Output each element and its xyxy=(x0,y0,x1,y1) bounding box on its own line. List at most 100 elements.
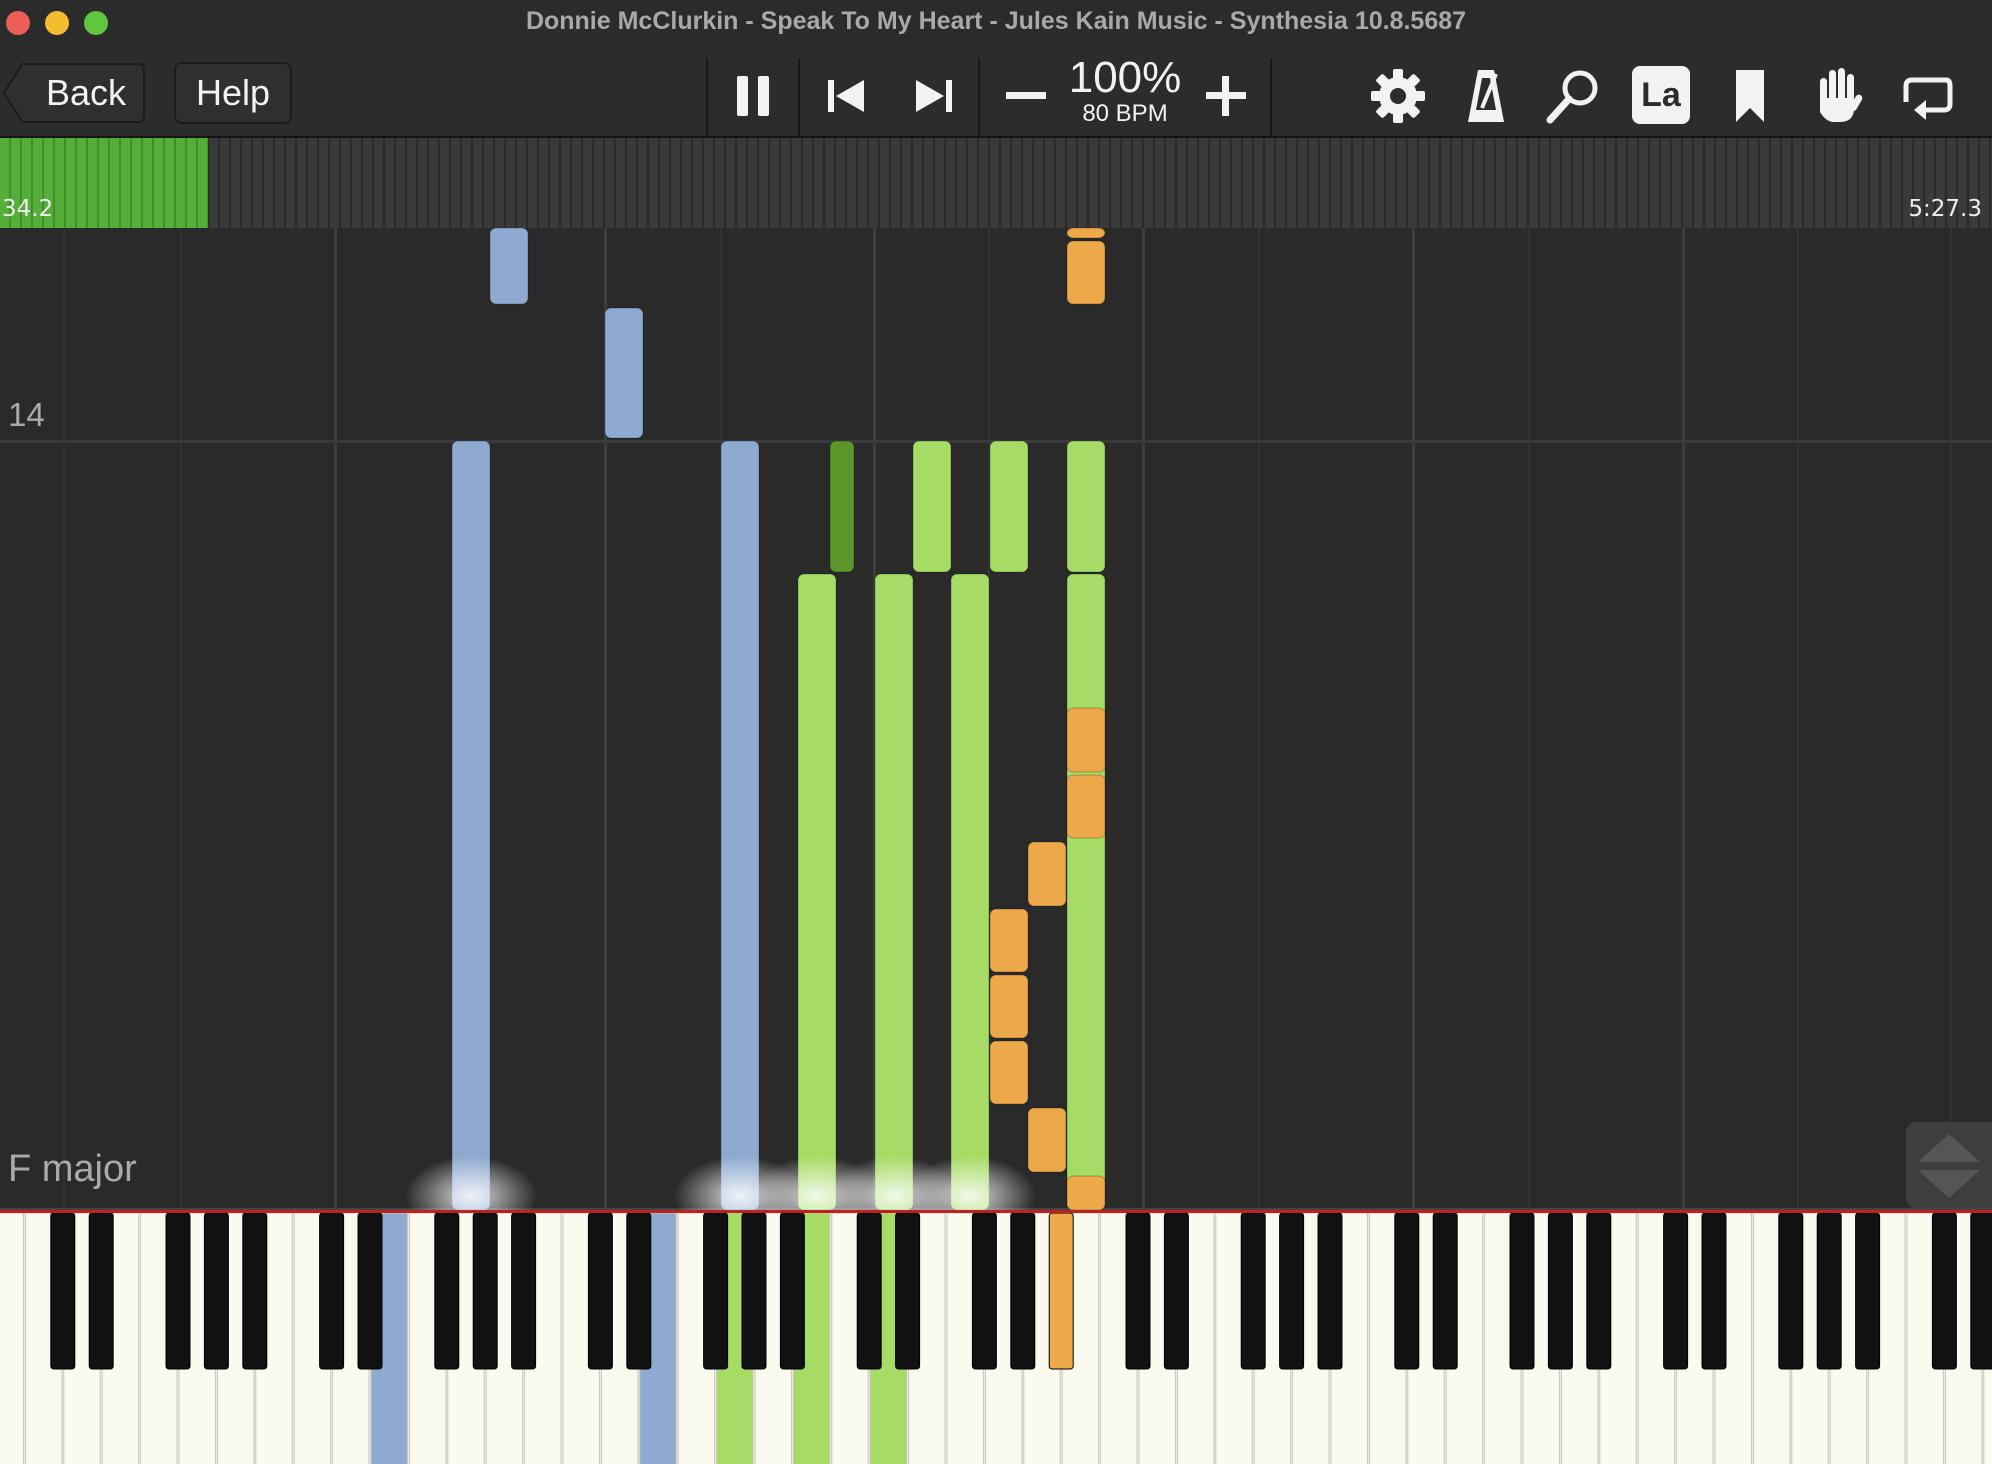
hand-icon[interactable] xyxy=(1806,64,1870,128)
current-time: 34.2 xyxy=(2,196,54,222)
speed-percentage: 100% xyxy=(1068,53,1182,102)
bookmark-icon[interactable] xyxy=(1718,64,1782,128)
falling-note xyxy=(1066,707,1106,773)
black-key xyxy=(1125,1213,1151,1370)
song-progress-bar[interactable] xyxy=(0,138,1992,228)
falling-note xyxy=(451,440,491,1210)
grid-line xyxy=(1682,228,1685,1210)
grid-line xyxy=(180,228,182,1210)
skip-back-icon[interactable] xyxy=(814,64,878,128)
piano-keys xyxy=(0,1213,1992,1464)
grid-line xyxy=(63,228,65,1210)
grid-line xyxy=(1412,228,1415,1210)
window-title: Donnie McClurkin - Speak To My Heart - J… xyxy=(525,7,1467,35)
black-key xyxy=(319,1213,345,1370)
notes-canvas xyxy=(0,228,1992,1210)
black-key xyxy=(88,1213,114,1370)
falling-note xyxy=(1027,1107,1067,1173)
toolbar-divider xyxy=(1270,58,1272,136)
skip-forward-icon[interactable] xyxy=(902,64,966,128)
back-button-label: Back xyxy=(46,72,127,113)
up-down-arrows-icon xyxy=(1918,1134,1980,1198)
black-key xyxy=(741,1213,767,1370)
plus-icon[interactable] xyxy=(1194,64,1258,128)
gear-icon[interactable] xyxy=(1366,64,1430,128)
black-key xyxy=(1394,1213,1420,1370)
magnifier-icon[interactable] xyxy=(1542,64,1606,128)
toolbar-divider xyxy=(706,58,708,136)
falling-note xyxy=(797,573,837,1210)
black-key xyxy=(856,1213,882,1370)
loop-icon[interactable] xyxy=(1894,64,1958,128)
black-key xyxy=(472,1213,498,1370)
tempo-bpm: 80 BPM xyxy=(1082,100,1168,127)
falling-note xyxy=(1027,841,1067,907)
black-key xyxy=(1855,1213,1881,1370)
grid-line xyxy=(1528,228,1530,1210)
falling-note xyxy=(874,573,914,1210)
grid-line xyxy=(1797,228,1799,1210)
black-key xyxy=(1279,1213,1305,1370)
black-key xyxy=(971,1213,997,1370)
falling-note xyxy=(912,440,952,573)
falling-note xyxy=(489,228,529,305)
black-key xyxy=(1586,1213,1612,1370)
metronome-icon[interactable] xyxy=(1454,64,1518,128)
black-key xyxy=(1048,1213,1074,1370)
black-key xyxy=(165,1213,191,1370)
black-key xyxy=(626,1213,652,1370)
note-labels-text: La xyxy=(1641,76,1681,114)
falling-note xyxy=(989,908,1029,973)
grid-line xyxy=(1142,228,1145,1210)
falling-note xyxy=(1066,440,1106,573)
falling-note xyxy=(989,1040,1029,1105)
falling-note xyxy=(950,573,990,1210)
falling-note xyxy=(1066,1175,1106,1210)
piano-keyboard xyxy=(0,1210,1992,1464)
grid-line xyxy=(1950,228,1952,1210)
key-signature: F major xyxy=(8,1148,137,1190)
toolbar-divider xyxy=(978,58,980,136)
black-key xyxy=(1701,1213,1727,1370)
key-hit-glow xyxy=(405,1156,537,1210)
grid-line xyxy=(1258,228,1260,1210)
falling-note xyxy=(720,440,760,1210)
falling-note xyxy=(829,440,855,573)
black-key xyxy=(1970,1213,1992,1370)
white-key xyxy=(0,1213,24,1464)
falling-note xyxy=(1066,240,1106,305)
falling-notes-area: 14 F major xyxy=(0,228,1992,1210)
note-labels-icon[interactable]: La xyxy=(1632,66,1690,124)
falling-note xyxy=(989,974,1029,1039)
black-key xyxy=(587,1213,613,1370)
black-key xyxy=(703,1213,729,1370)
falling-note xyxy=(1066,573,1106,1210)
measure-number: 14 xyxy=(8,396,45,433)
black-key xyxy=(1317,1213,1343,1370)
total-time: 5:27.3 xyxy=(1908,196,1982,222)
black-key xyxy=(1778,1213,1804,1370)
help-button[interactable]: Help xyxy=(174,62,292,124)
back-button[interactable]: Back xyxy=(0,62,146,124)
keyboard-resize-handle[interactable] xyxy=(1906,1122,1992,1208)
toolbar-divider xyxy=(798,58,800,136)
toolbar: Back Help 100% 80 BPM La xyxy=(0,42,1992,138)
black-key xyxy=(1663,1213,1689,1370)
falling-note xyxy=(989,440,1029,573)
black-key xyxy=(1240,1213,1266,1370)
black-key xyxy=(779,1213,805,1370)
falling-note xyxy=(604,307,644,439)
falling-note xyxy=(1066,774,1106,839)
black-key xyxy=(50,1213,76,1370)
black-key xyxy=(1163,1213,1189,1370)
grid-line xyxy=(334,228,337,1210)
help-button-label: Help xyxy=(195,72,271,113)
black-key xyxy=(511,1213,537,1370)
black-key xyxy=(1509,1213,1535,1370)
falling-note xyxy=(1066,228,1106,239)
pause-icon[interactable] xyxy=(722,64,786,128)
minus-icon[interactable] xyxy=(994,64,1058,128)
black-key xyxy=(1931,1213,1957,1370)
black-key xyxy=(1816,1213,1842,1370)
black-key xyxy=(1432,1213,1458,1370)
